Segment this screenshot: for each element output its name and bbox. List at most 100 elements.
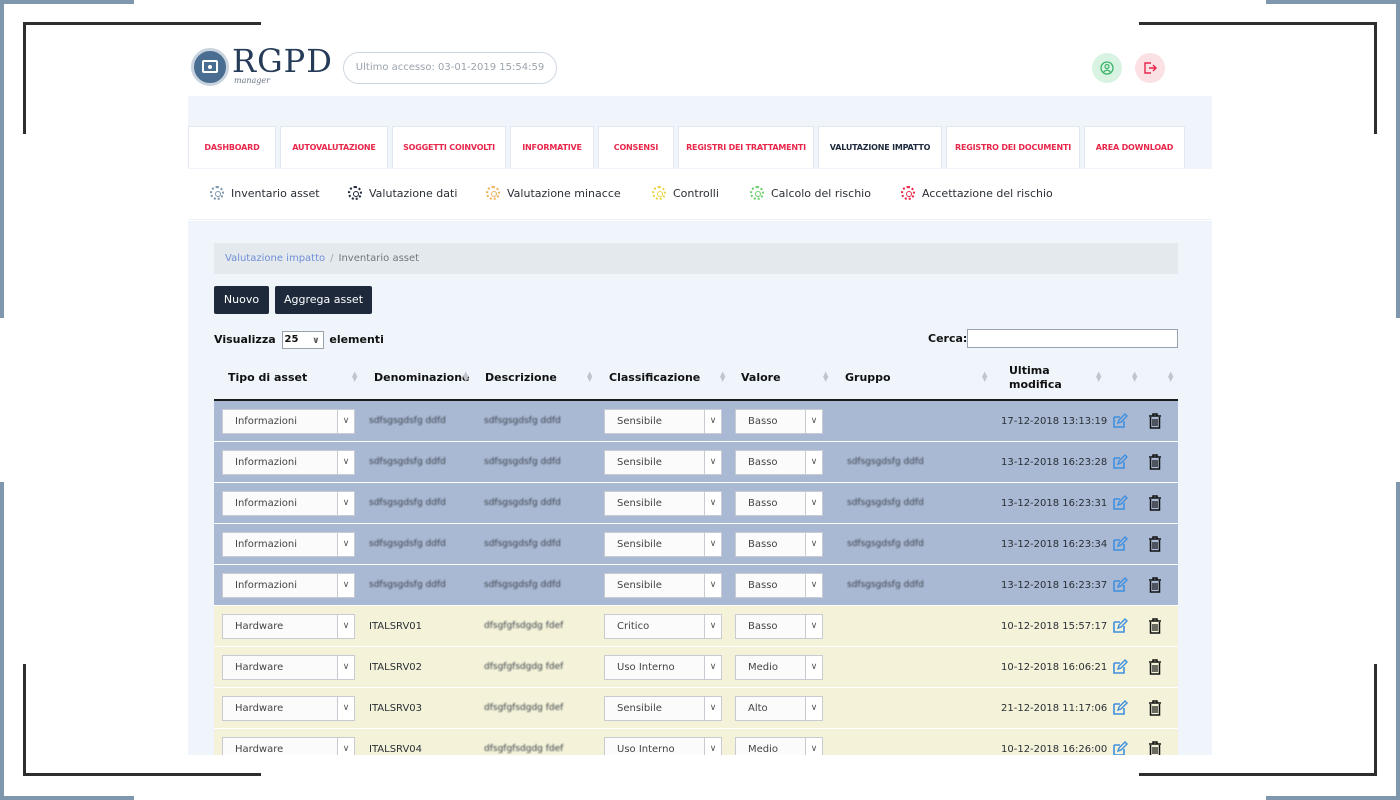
asset-type-value: Hardware bbox=[235, 744, 284, 755]
classification-select[interactable]: Uso Interno ∨ bbox=[604, 737, 722, 755]
asset-type-select[interactable]: Informazioni ∨ bbox=[222, 409, 355, 434]
asset-type-select[interactable]: Informazioni ∨ bbox=[222, 573, 355, 598]
edit-icon[interactable] bbox=[1112, 700, 1128, 716]
chevron-down-icon: ∨ bbox=[805, 615, 822, 638]
chevron-down-icon: ∨ bbox=[704, 451, 721, 474]
trash-icon[interactable] bbox=[1148, 495, 1162, 511]
asset-type-select[interactable]: Hardware ∨ bbox=[222, 655, 355, 680]
edit-icon[interactable] bbox=[1112, 536, 1128, 552]
trash-icon[interactable] bbox=[1148, 577, 1162, 593]
classification-select[interactable]: Sensibile ∨ bbox=[604, 573, 722, 598]
classification-value: Uso Interno bbox=[617, 662, 675, 673]
cell-descrizione: sdfsgsgdsfg ddfd bbox=[484, 539, 561, 549]
table-row: Hardware ∨ ITALSRV03 dfsgfgfsdgdg fdef Sensi… bbox=[214, 688, 1178, 729]
table-header: Tipo di asset ▲ ▼ Denominazione ▲ ▼ Descri… bbox=[214, 356, 1178, 401]
classification-select[interactable]: Uso Interno ∨ bbox=[604, 655, 722, 680]
chevron-down-icon: ∨ bbox=[337, 697, 354, 720]
classification-select[interactable]: Sensibile ∨ bbox=[604, 532, 722, 557]
asset-type-value: Informazioni bbox=[235, 539, 297, 550]
tab-dashboard[interactable]: DASHBOARD bbox=[188, 126, 276, 168]
sort-icon: ▲ ▼ bbox=[982, 370, 988, 383]
subnav-valutazione-minacce[interactable]: Valutazione minacce bbox=[486, 186, 621, 200]
frame-strip-bottom-left bbox=[0, 796, 134, 800]
asset-type-select[interactable]: Informazioni ∨ bbox=[222, 450, 355, 475]
subnav-inventario-asset[interactable]: Inventario asset bbox=[210, 186, 320, 200]
value-select[interactable]: Medio ∨ bbox=[735, 655, 823, 680]
cell-gruppo: sdfsgsgdsfg ddfd bbox=[847, 580, 924, 590]
edit-icon[interactable] bbox=[1112, 577, 1128, 593]
value-select[interactable]: Basso ∨ bbox=[735, 614, 823, 639]
value-select[interactable]: Basso ∨ bbox=[735, 573, 823, 598]
subnav-calcolo-del-rischio[interactable]: Calcolo del rischio bbox=[750, 186, 871, 200]
classification-value: Sensibile bbox=[617, 703, 662, 714]
subnav-controlli[interactable]: Controlli bbox=[652, 186, 719, 200]
column-header-gruppo[interactable]: Gruppo bbox=[845, 356, 965, 399]
value-select[interactable]: Basso ∨ bbox=[735, 450, 823, 475]
logout-icon bbox=[1144, 62, 1157, 74]
aggregate-assets-button[interactable]: Aggrega asset bbox=[275, 286, 372, 314]
asset-type-select[interactable]: Informazioni ∨ bbox=[222, 491, 355, 516]
asset-type-select[interactable]: Hardware ∨ bbox=[222, 737, 355, 755]
trash-icon[interactable] bbox=[1148, 618, 1162, 634]
page-length-select[interactable]: 25 ∨ bbox=[281, 331, 324, 349]
tab-informative[interactable]: INFORMATIVE bbox=[510, 126, 594, 168]
trash-icon[interactable] bbox=[1148, 659, 1162, 675]
value-select[interactable]: Medio ∨ bbox=[735, 737, 823, 755]
subnav-label: Calcolo del rischio bbox=[771, 187, 871, 200]
edit-icon[interactable] bbox=[1112, 495, 1128, 511]
column-header-classificazione[interactable]: Classificazione bbox=[609, 356, 719, 399]
edit-icon[interactable] bbox=[1112, 413, 1128, 429]
tab-valutazione-impatto[interactable]: VALUTAZIONE IMPATTO bbox=[818, 126, 942, 168]
table-row: Hardware ∨ ITALSRV04 dfsgfgfsdgdg fdef Uso I… bbox=[214, 729, 1178, 755]
gear-icon bbox=[901, 186, 915, 200]
tab-area-download[interactable]: AREA DOWNLOAD bbox=[1084, 126, 1185, 168]
asset-type-select[interactable]: Hardware ∨ bbox=[222, 614, 355, 639]
classification-select[interactable]: Sensibile ∨ bbox=[604, 491, 722, 516]
column-header-denominazione[interactable]: Denominazione bbox=[374, 356, 470, 399]
edit-icon[interactable] bbox=[1112, 741, 1128, 755]
value-select[interactable]: Basso ∨ bbox=[735, 409, 823, 434]
asset-type-select[interactable]: Informazioni ∨ bbox=[222, 532, 355, 557]
asset-type-select[interactable]: Hardware ∨ bbox=[222, 696, 355, 721]
tab-autovalutazione[interactable]: AUTOVALUTAZIONE bbox=[280, 126, 388, 168]
value-select[interactable]: Alto ∨ bbox=[735, 696, 823, 721]
subnav-valutazione-dati[interactable]: Valutazione dati bbox=[348, 186, 457, 200]
trash-icon[interactable] bbox=[1148, 700, 1162, 716]
edit-icon[interactable] bbox=[1112, 659, 1128, 675]
trash-icon[interactable] bbox=[1148, 413, 1162, 429]
user-profile-button[interactable] bbox=[1092, 53, 1122, 83]
gear-icon bbox=[486, 186, 500, 200]
trash-icon[interactable] bbox=[1148, 536, 1162, 552]
value-select[interactable]: Basso ∨ bbox=[735, 491, 823, 516]
edit-icon[interactable] bbox=[1112, 454, 1128, 470]
value-value: Basso bbox=[748, 498, 778, 509]
classification-select[interactable]: Critico ∨ bbox=[604, 614, 722, 639]
new-button[interactable]: Nuovo bbox=[214, 286, 269, 314]
classification-select[interactable]: Sensibile ∨ bbox=[604, 409, 722, 434]
value-value: Basso bbox=[748, 539, 778, 550]
column-header-ultima-modifica[interactable]: Ultima modifica bbox=[1009, 356, 1079, 399]
table-row: Hardware ∨ ITALSRV01 dfsgfgfsdgdg fdef Criti… bbox=[214, 606, 1178, 647]
chevron-down-icon: ∨ bbox=[704, 533, 721, 556]
search-input[interactable] bbox=[967, 329, 1178, 348]
asset-type-value: Informazioni bbox=[235, 498, 297, 509]
classification-select[interactable]: Sensibile ∨ bbox=[604, 696, 722, 721]
page-length-prefix: Visualizza bbox=[214, 333, 276, 346]
column-header-descrizione[interactable]: Descrizione bbox=[485, 356, 585, 399]
breadcrumb-link[interactable]: Valutazione impatto bbox=[225, 253, 325, 264]
trash-icon[interactable] bbox=[1148, 741, 1162, 755]
cell-ultima-modifica: 13-12-2018 16:23:34 bbox=[1001, 539, 1108, 550]
classification-select[interactable]: Sensibile ∨ bbox=[604, 450, 722, 475]
value-select[interactable]: Basso ∨ bbox=[735, 532, 823, 557]
edit-icon[interactable] bbox=[1112, 618, 1128, 634]
column-header-valore[interactable]: Valore bbox=[741, 356, 821, 399]
tab-registro-dei-documenti[interactable]: REGISTRO DEI DOCUMENTI bbox=[946, 126, 1080, 168]
subnav-accettazione-del-rischio[interactable]: Accettazione del rischio bbox=[901, 186, 1053, 200]
sort-icon: ▲ ▼ bbox=[352, 370, 358, 383]
column-header-tipo-di-asset[interactable]: Tipo di asset bbox=[228, 356, 348, 399]
tab-registri-dei-trattamenti[interactable]: REGISTRI DEI TRATTAMENTI bbox=[678, 126, 814, 168]
trash-icon[interactable] bbox=[1148, 454, 1162, 470]
logout-button[interactable] bbox=[1135, 53, 1165, 83]
tab-consensi[interactable]: CONSENSI bbox=[598, 126, 674, 168]
tab-soggetti-coinvolti[interactable]: SOGGETTI COINVOLTI bbox=[392, 126, 506, 168]
